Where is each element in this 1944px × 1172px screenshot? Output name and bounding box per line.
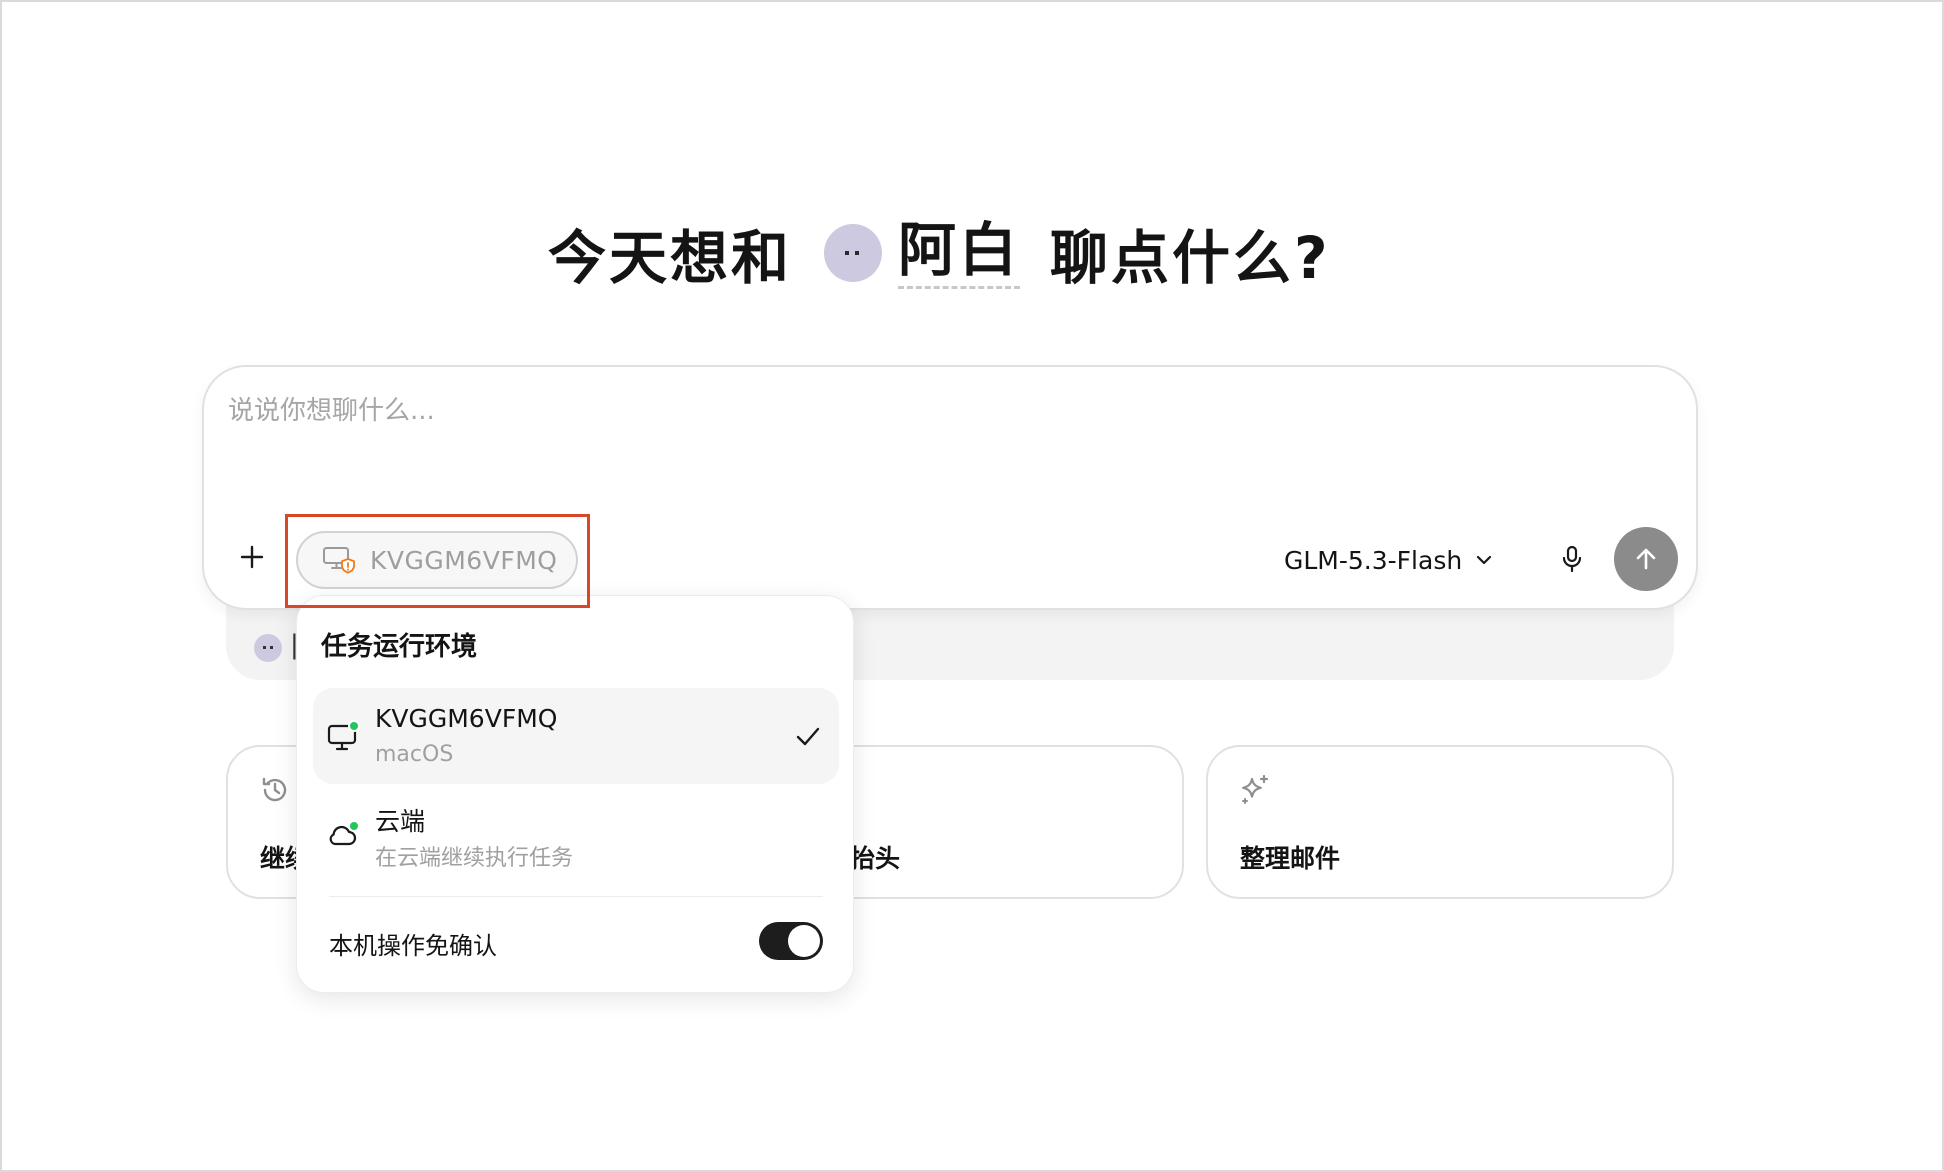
title-suffix: 聊点什么? (1050, 224, 1331, 292)
arrow-up-icon (1636, 548, 1656, 570)
toggle-knob (788, 925, 820, 957)
add-attachment-button[interactable] (234, 539, 270, 575)
suggestion-label: 抬头 (850, 844, 901, 873)
option-subtitle: 在云端继续执行任务 (375, 846, 574, 871)
environment-pill-label: KVGGM6VFMQ (370, 545, 558, 575)
suggestion-label: 整理邮件 (1240, 844, 1341, 873)
auto-confirm-row: 本机操作免确认 (329, 914, 823, 970)
message-input[interactable] (228, 389, 1528, 433)
environment-selector-button[interactable]: KVGGM6VFMQ (296, 531, 578, 589)
environment-menu: 任务运行环境 KVGGM6VFMQ macOS 云端 在云端继续执行任务 本机操… (296, 595, 854, 993)
sparkle-icon (1238, 773, 1272, 807)
model-label: GLM-5.3-Flash (1284, 545, 1463, 575)
checkmark-icon (793, 722, 823, 752)
environment-menu-title: 任务运行环境 (321, 632, 478, 662)
option-subtitle: macOS (375, 742, 454, 767)
option-name: KVGGM6VFMQ (375, 704, 558, 733)
voice-input-button[interactable] (1554, 541, 1590, 577)
option-name: 云端 (375, 807, 426, 836)
menu-divider (329, 896, 823, 897)
agent-name-link[interactable]: 阿白 (898, 217, 1021, 289)
monitor-icon (323, 716, 363, 756)
microphone-icon (1562, 545, 1582, 573)
cloud-icon (323, 814, 363, 854)
agent-avatar-small-icon (254, 634, 282, 662)
send-button[interactable] (1614, 527, 1678, 591)
suggestion-card-organize-mail[interactable]: 整理邮件 (1206, 745, 1674, 899)
model-selector-dropdown[interactable]: GLM-5.3-Flash (1284, 537, 1494, 583)
environment-option-local[interactable]: KVGGM6VFMQ macOS (313, 688, 839, 784)
plus-icon (240, 545, 264, 569)
auto-confirm-label: 本机操作免确认 (329, 932, 497, 960)
chat-composer: KVGGM6VFMQ GLM-5.3-Flash (202, 365, 1698, 610)
agent-avatar-icon (824, 224, 883, 282)
title-prefix: 今天想和 (548, 224, 793, 292)
monitor-warning-icon (323, 547, 355, 574)
page-title: 今天想和 阿白 聊点什么? (548, 210, 1331, 296)
environment-option-cloud[interactable]: 云端 在云端继续执行任务 (313, 786, 839, 882)
chevron-down-icon (1477, 555, 1492, 565)
history-icon (258, 773, 292, 807)
auto-confirm-toggle[interactable] (759, 922, 823, 960)
